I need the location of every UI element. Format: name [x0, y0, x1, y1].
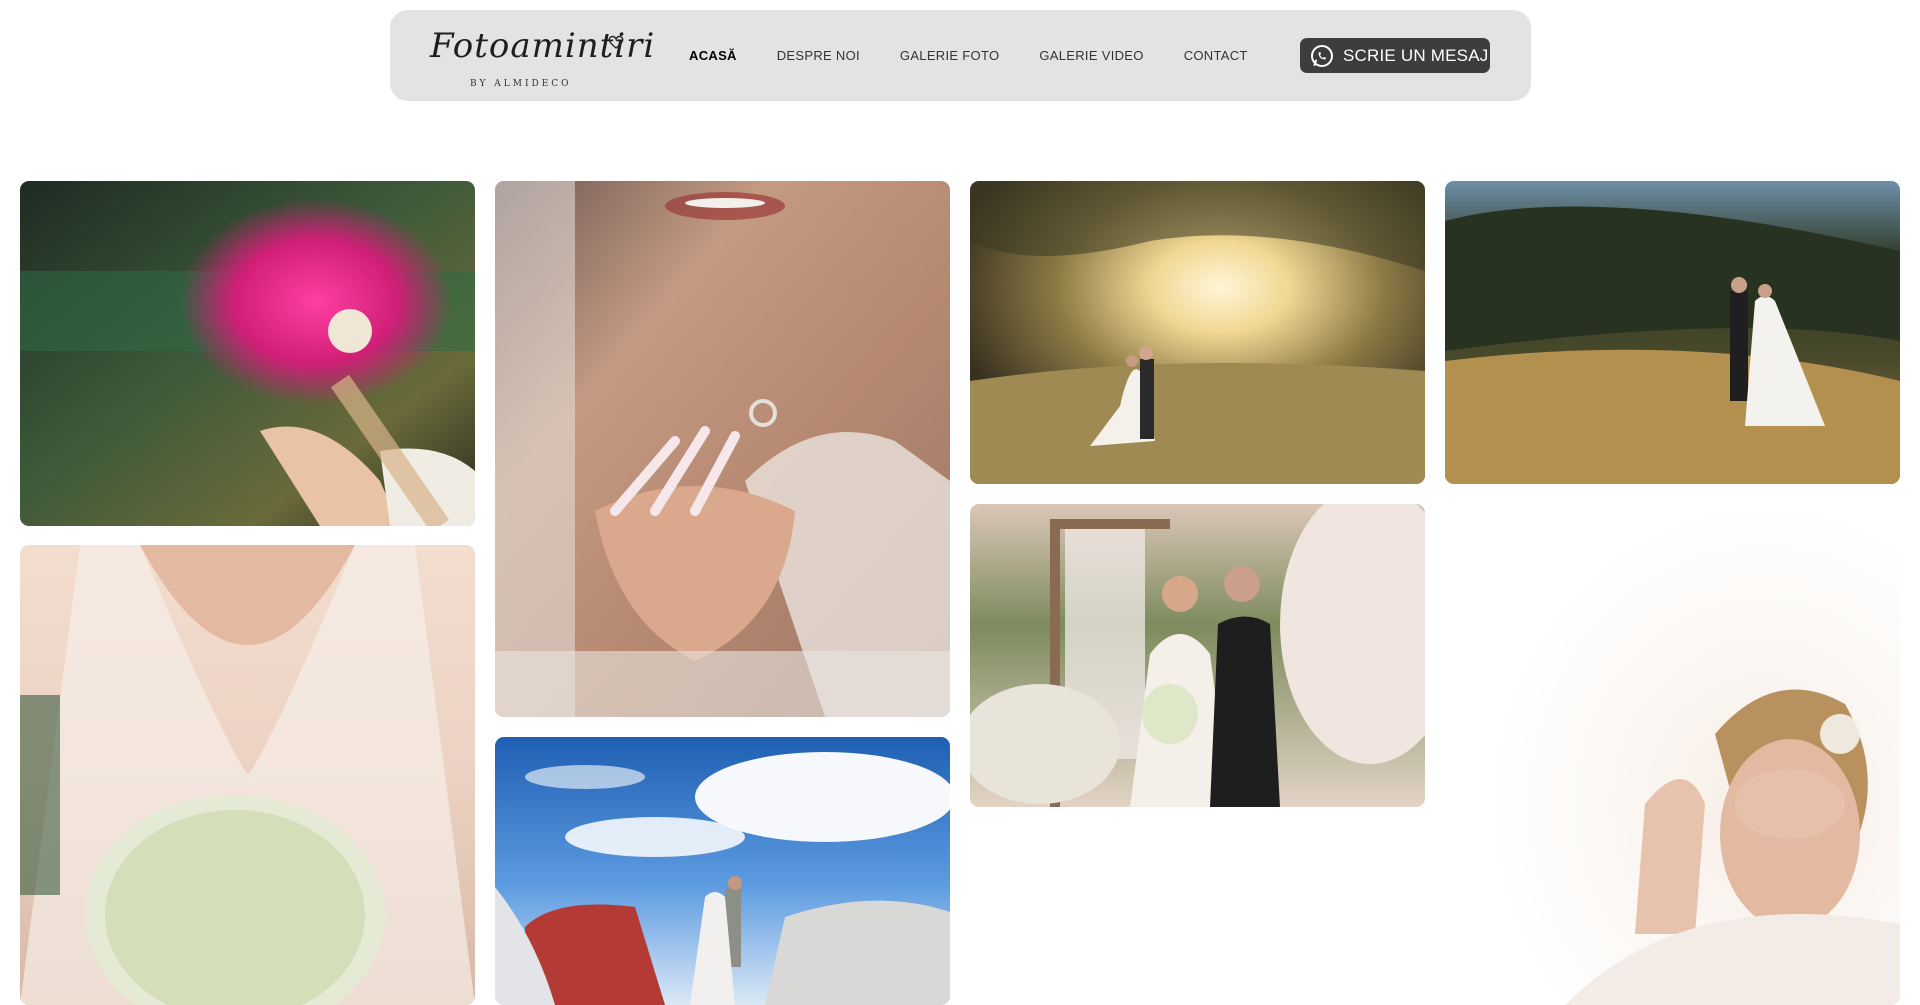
gallery-photo-couple-cars-sky[interactable] — [495, 737, 950, 1005]
logo-subtitle: BY ALMIDECO — [470, 79, 572, 89]
gallery-photo-bride-ring-hands[interactable] — [495, 181, 950, 717]
write-message-label: SCRIE UN MESAJ — [1343, 45, 1489, 65]
nav-item-galerie-foto[interactable]: GALERIE FOTO — [900, 48, 999, 63]
write-message-button[interactable]: SCRIE UN MESAJ — [1300, 38, 1490, 73]
nav-item-contact[interactable]: CONTACT — [1184, 48, 1248, 63]
site-logo[interactable]: Fotoamintiri BY ALMIDECO — [430, 26, 654, 89]
heart-icon — [608, 35, 624, 49]
gallery-photo-couple-floral-arch-kiss[interactable] — [970, 504, 1425, 807]
nav-item-acasa[interactable]: ACASĂ — [689, 48, 737, 63]
whatsapp-icon — [1311, 44, 1333, 67]
gallery-photo-bride-portrait-white[interactable] — [1445, 504, 1900, 1005]
main-nav: ACASĂ DESPRE NOI GALERIE FOTO GALERIE VI… — [689, 48, 1288, 63]
gallery-photo-couple-sunlight-field[interactable] — [970, 181, 1425, 484]
nav-item-despre-noi[interactable]: DESPRE NOI — [777, 48, 860, 63]
gallery-photo-bouquet-pink[interactable] — [20, 181, 475, 526]
site-header: Fotoamintiri BY ALMIDECO ACASĂ DESPRE NO… — [390, 10, 1531, 101]
gallery-photo-bride-dress-lily-bouquet[interactable] — [20, 545, 475, 1005]
nav-item-galerie-video[interactable]: GALERIE VIDEO — [1039, 48, 1143, 63]
gallery-photo-couple-meadow-forest[interactable] — [1445, 181, 1900, 484]
